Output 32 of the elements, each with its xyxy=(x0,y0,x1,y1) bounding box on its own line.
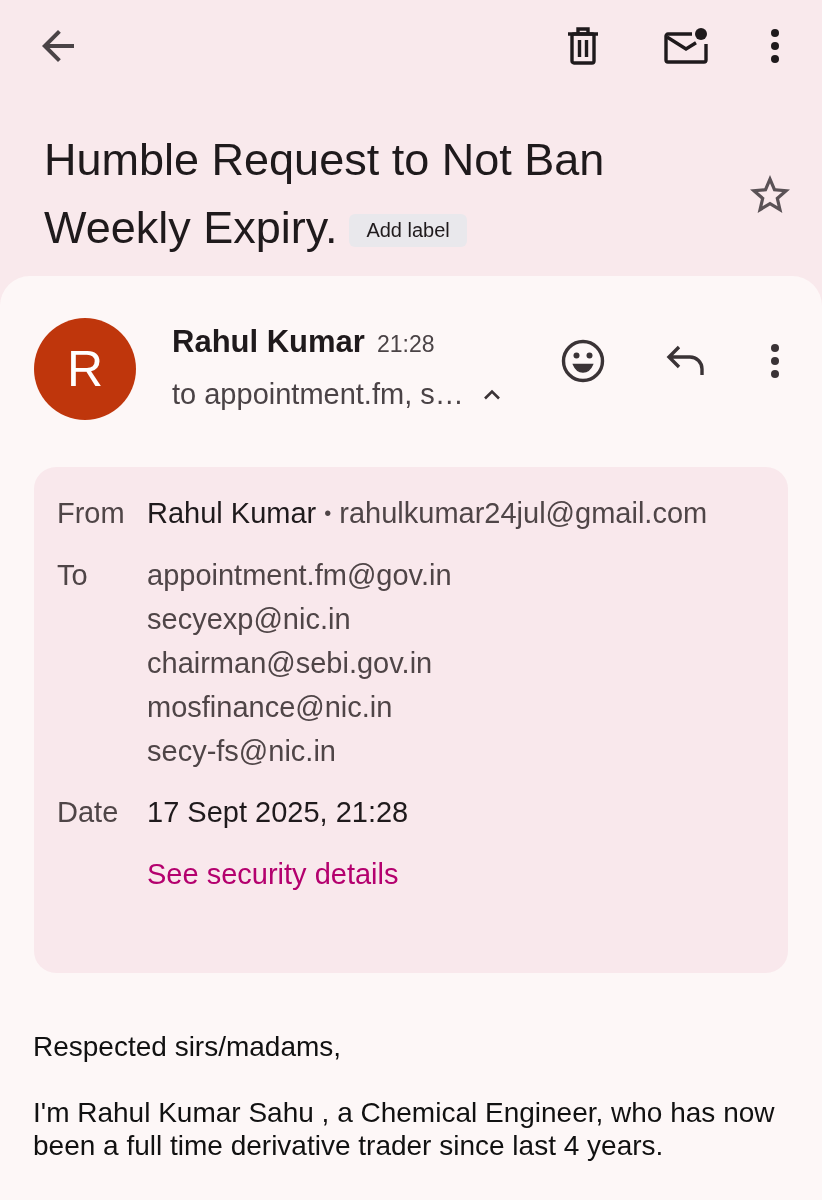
body-paragraph: I'm Rahul Kumar Sahu , a Chemical Engineer, who has now been a full time derivative trader since last 4 years. xyxy=(33,1096,776,1162)
smiley-face-icon xyxy=(561,339,605,383)
sender-name: Rahul Kumar xyxy=(172,323,365,361)
message-time: 21:28 xyxy=(376,330,435,359)
add-reaction-button[interactable] xyxy=(559,337,607,385)
recipient-email: secy-fs@nic.in xyxy=(147,734,337,769)
add-label-chip[interactable]: Add label xyxy=(349,213,467,247)
trash-icon xyxy=(567,27,599,65)
sender-name: Rahul Kumar xyxy=(147,496,317,531)
recipients-summary: to appointment.fm, s… xyxy=(172,377,464,412)
avatar: R xyxy=(34,318,136,420)
recipient-email: appointment.fm@gov.in xyxy=(147,558,452,593)
more-vertical-icon xyxy=(771,29,779,63)
email-subject-line: Weekly Expiry. xyxy=(44,201,338,255)
email-subject-line: Humble Request to Not Ban xyxy=(44,133,605,187)
mail-badge-icon xyxy=(664,28,708,64)
field-label: From xyxy=(57,497,125,529)
back-arrow-icon xyxy=(42,30,74,62)
more-vertical-icon xyxy=(771,344,779,378)
recipient-email: secyexp@nic.in xyxy=(147,602,352,637)
caret-up-icon xyxy=(482,388,501,400)
date-value: 17 Sept 2025, 21:28 xyxy=(147,795,409,830)
security-details-link[interactable]: See security details xyxy=(147,852,399,896)
reply-arrow-icon xyxy=(666,345,706,377)
recipient-email: mosfinance@nic.in xyxy=(147,690,394,725)
field-label: To xyxy=(57,559,88,591)
field-label: Date xyxy=(57,796,119,828)
sender-email: rahulkumar24jul@gmail.com xyxy=(339,496,708,531)
star-outline-icon xyxy=(750,175,790,213)
separator-dot: • xyxy=(324,501,332,526)
body-paragraph: Respected sirs/madams, xyxy=(33,1030,343,1063)
recipient-email: chairman@sebi.gov.in xyxy=(147,646,434,681)
